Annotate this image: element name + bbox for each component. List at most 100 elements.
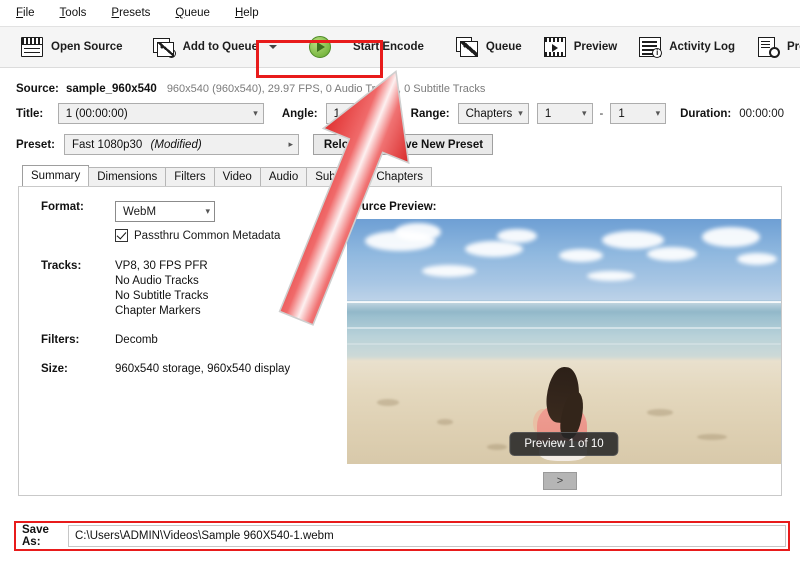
toolbar: Open Source + Add to Queue Start Encode … xyxy=(0,26,800,68)
track-subtitle: No Subtitle Tracks xyxy=(115,290,208,302)
duration-value: 00:00:00 xyxy=(739,108,784,120)
passthru-metadata-checkbox[interactable]: Passthru Common Metadata xyxy=(115,229,339,242)
range-type-select[interactable]: Chapters ▾ xyxy=(458,103,529,124)
size-label: Size: xyxy=(41,363,115,375)
menu-item-presets[interactable]: Presets xyxy=(109,5,152,21)
cloud-icon xyxy=(422,265,476,277)
save-new-preset-button[interactable]: Save New Preset xyxy=(381,134,493,155)
summary-right-column: Source Preview: xyxy=(339,201,781,495)
title-label: Title: xyxy=(16,108,58,120)
handbrake-window: File Tools Presets Queue Help Open Sourc… xyxy=(0,0,800,564)
add-image-icon: + xyxy=(153,37,175,57)
range-start-select[interactable]: 1 ▾ xyxy=(537,103,593,124)
range-separator: - xyxy=(600,108,604,120)
tab-audio[interactable]: Audio xyxy=(260,167,307,186)
menu-file-rest: ile xyxy=(23,7,35,19)
tab-dimensions[interactable]: Dimensions xyxy=(88,167,166,186)
checkbox-checked-icon xyxy=(115,229,128,242)
tracks-row-audio: No Audio Tracks xyxy=(41,275,339,287)
cloud-icon xyxy=(465,241,523,257)
tab-bar: Summary Dimensions Filters Video Audio S… xyxy=(22,166,800,186)
play-icon xyxy=(309,36,331,58)
plus-icon: + xyxy=(167,49,176,58)
presets-gear-icon xyxy=(757,37,779,57)
title-select[interactable]: 1 (00:00:00) ▾ xyxy=(58,103,264,124)
tab-filters-label: Filters xyxy=(174,171,205,183)
wave-line xyxy=(347,343,781,345)
tab-video[interactable]: Video xyxy=(214,167,261,186)
format-select[interactable]: WebM ▾ xyxy=(115,201,215,222)
summary-panel: Format: WebM ▾ Passthru Common Metadata … xyxy=(18,186,782,496)
cloud-icon xyxy=(587,271,635,281)
preview-label: Preview xyxy=(574,41,617,53)
preview-button[interactable]: Preview xyxy=(533,30,628,64)
wave-line xyxy=(347,327,781,329)
cloud-icon xyxy=(559,249,603,262)
add-to-queue-button[interactable]: + Add to Queue xyxy=(142,30,288,64)
range-type-value: Chapters xyxy=(466,108,513,120)
activity-log-button[interactable]: i Activity Log xyxy=(628,30,746,64)
preset-value: Fast 1080p30 xyxy=(72,139,142,151)
tracks-label: Tracks: xyxy=(41,260,115,272)
next-preview-label: > xyxy=(557,475,563,487)
add-to-queue-label: Add to Queue xyxy=(183,41,258,53)
menu-queue-rest: ueue xyxy=(184,7,210,19)
chevron-down-icon: ▾ xyxy=(582,108,587,119)
tab-summary[interactable]: Summary xyxy=(22,165,89,186)
sand-texture xyxy=(697,434,727,440)
start-encode-button[interactable]: Start Encode xyxy=(298,30,435,64)
tracks-spacer-1 xyxy=(41,275,115,287)
tracks-spacer-3 xyxy=(41,305,115,317)
angle-select[interactable]: 1 ▾ xyxy=(326,103,393,124)
tab-dimensions-label: Dimensions xyxy=(97,171,157,183)
chevron-down-icon[interactable] xyxy=(269,45,277,49)
open-source-button[interactable]: Open Source xyxy=(10,30,134,64)
menu-tools-rest: ools xyxy=(65,7,86,19)
sand-texture xyxy=(487,444,507,450)
activity-log-label: Activity Log xyxy=(669,41,735,53)
title-value: 1 (00:00:00) xyxy=(66,108,128,120)
menu-help-rest: elp xyxy=(243,7,258,19)
tab-subtitles-label: Subtitles xyxy=(315,171,359,183)
sand-texture xyxy=(647,409,673,416)
reload-preset-button[interactable]: Reload xyxy=(313,134,373,155)
duration-label: Duration: xyxy=(680,108,731,120)
tab-subtitles[interactable]: Subtitles xyxy=(306,167,368,186)
chevron-down-icon: ▾ xyxy=(253,108,258,119)
cloud-icon xyxy=(395,223,441,241)
queue-button[interactable]: Queue xyxy=(445,30,533,64)
preset-select[interactable]: Fast 1080p30 (Modified) ▸ xyxy=(64,134,299,155)
menu-item-queue[interactable]: Queue xyxy=(173,5,212,21)
sea-shine xyxy=(347,302,781,312)
menu-item-file[interactable]: File xyxy=(14,5,37,21)
filters-label: Filters: xyxy=(41,334,115,346)
next-preview-button[interactable]: > xyxy=(543,472,577,490)
tab-chapters[interactable]: Chapters xyxy=(367,167,432,186)
cloud-icon xyxy=(497,229,537,243)
tracks-spacer-2 xyxy=(41,290,115,302)
source-details: 960x540 (960x540), 29.97 FPS, 0 Audio Tr… xyxy=(167,83,486,95)
open-source-label: Open Source xyxy=(51,41,123,53)
size-value: 960x540 storage, 960x540 display xyxy=(115,363,290,375)
tab-filters[interactable]: Filters xyxy=(165,167,214,186)
chevron-down-icon: ▾ xyxy=(656,108,661,119)
track-audio: No Audio Tracks xyxy=(115,275,199,287)
range-end-select[interactable]: 1 ▾ xyxy=(610,103,666,124)
source-label: Source: xyxy=(16,83,66,95)
menu-bar: File Tools Presets Queue Help xyxy=(0,0,800,26)
source-preview-image[interactable]: Preview 1 of 10 xyxy=(347,219,781,464)
menu-item-tools[interactable]: Tools xyxy=(58,5,89,21)
source-file-name: sample_960x540 xyxy=(66,83,157,95)
menu-item-help[interactable]: Help xyxy=(233,5,261,21)
queue-label: Queue xyxy=(486,41,522,53)
film-slate-icon xyxy=(21,37,43,57)
range-end-value: 1 xyxy=(618,108,624,120)
tab-audio-label: Audio xyxy=(269,171,298,183)
tracks-row-chapters: Chapter Markers xyxy=(41,305,339,317)
passthru-metadata-label: Passthru Common Metadata xyxy=(134,230,280,242)
track-video: VP8, 30 FPS PFR xyxy=(115,260,208,272)
start-encode-label: Start Encode xyxy=(353,41,424,53)
presets-toolbar-button[interactable]: Presets xyxy=(746,30,800,64)
tab-video-label: Video xyxy=(223,171,252,183)
chevron-down-icon: ▾ xyxy=(382,108,387,119)
